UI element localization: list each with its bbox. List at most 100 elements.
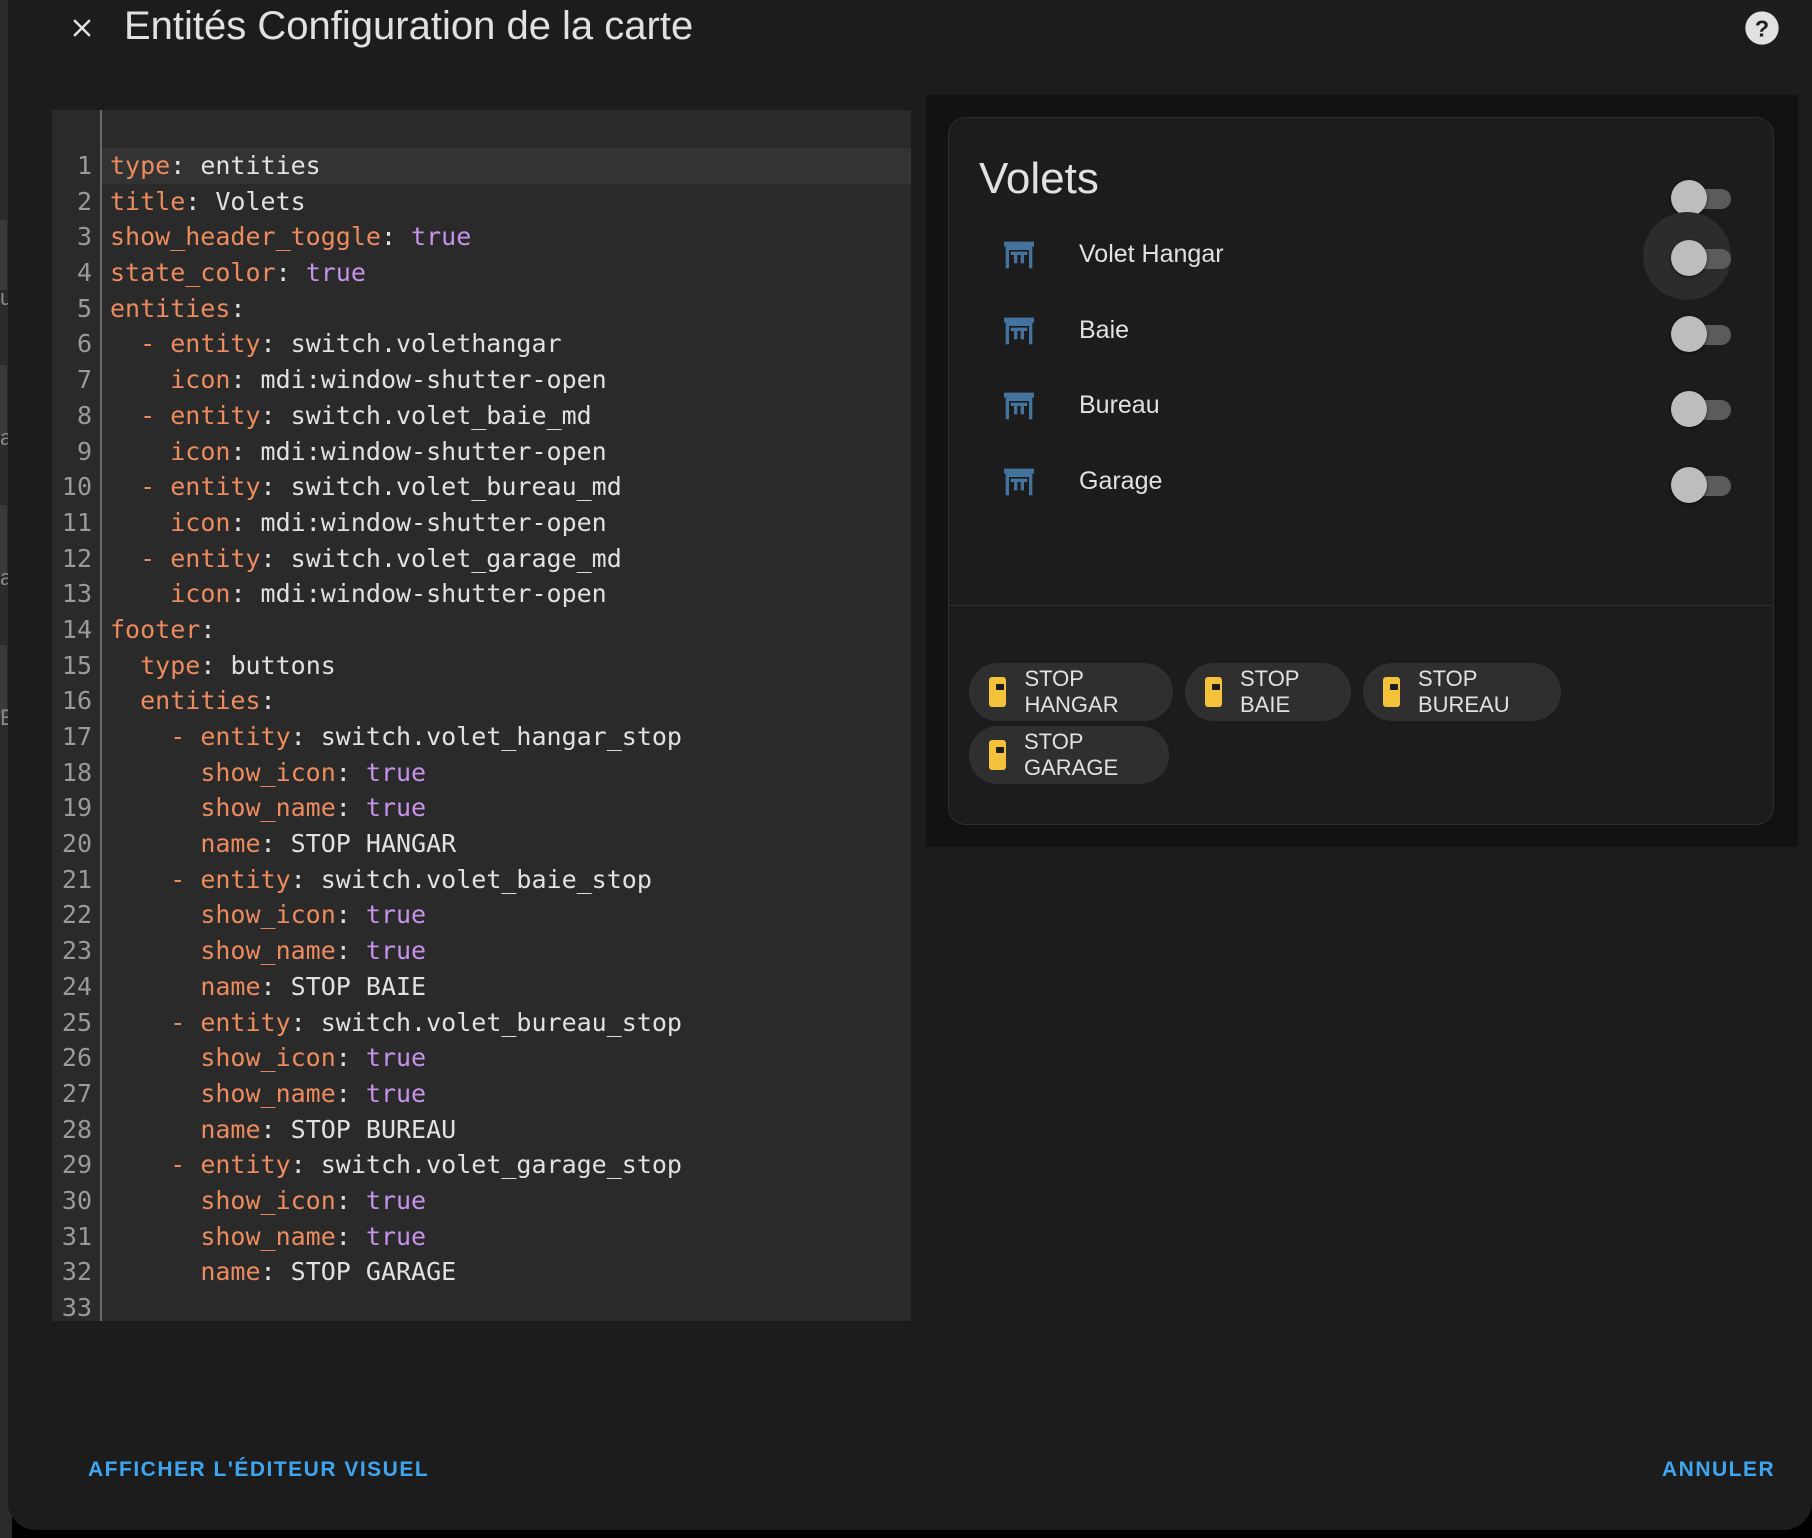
line-number: 2 xyxy=(76,186,92,216)
power-socket-icon xyxy=(1205,677,1222,707)
yaml-key: name xyxy=(200,829,261,859)
code-text: show_icon: true xyxy=(110,1183,426,1219)
power-socket-icon xyxy=(1383,677,1400,707)
toggle-knob xyxy=(1671,391,1707,427)
code-text: title: Volets xyxy=(110,184,306,220)
window-shutter-open-icon xyxy=(1004,317,1034,345)
code-text: name: STOP GARAGE xyxy=(110,1254,456,1290)
card-config-dialog: Entités Configuration de la carte ? 1 typ… xyxy=(8,0,1812,1530)
toggle-knob xyxy=(1671,180,1707,216)
yaml-separator: : xyxy=(260,543,291,573)
code-text: show_icon: true xyxy=(110,755,426,791)
yaml-separator: : xyxy=(335,1078,366,1108)
footer-stop-button[interactable]: STOP HANGAR xyxy=(969,663,1173,721)
close-button[interactable] xyxy=(54,0,110,56)
code-text: icon: mdi:window-shutter-open xyxy=(110,505,607,541)
entity-row[interactable]: Bureau xyxy=(949,369,1773,444)
header-toggle[interactable] xyxy=(1671,176,1737,216)
yaml-separator: : xyxy=(335,757,366,787)
code-lines: 1 type: entities 2 title: Volets 3 show_heade… xyxy=(52,148,911,1326)
yaml-key: icon xyxy=(170,507,231,537)
yaml-value: mdi:window-shutter-open xyxy=(260,365,607,395)
yaml-separator: : xyxy=(260,971,291,1001)
yaml-separator: : xyxy=(290,722,321,751)
yaml-key: name xyxy=(200,971,261,1001)
code-text: - entity: switch.volet_bureau_stop xyxy=(110,1005,682,1041)
entity-toggle[interactable] xyxy=(1671,387,1737,427)
button-label: STOP HANGAR xyxy=(1024,666,1119,717)
card-preview-area: Volets Volet Hangar Baie Bureau Garage STOP… xyxy=(926,95,1798,847)
yaml-boolean: true xyxy=(365,936,427,966)
entity-toggle[interactable] xyxy=(1671,463,1737,503)
yaml-key: entity xyxy=(170,329,261,359)
window-shutter-open-icon xyxy=(1004,241,1034,269)
yaml-value: entities xyxy=(200,151,321,180)
footer-stop-button[interactable]: STOP BUREAU xyxy=(1363,663,1561,721)
yaml-list-dash: - xyxy=(140,329,171,359)
footer-stop-button[interactable]: STOP BAIE xyxy=(1185,663,1351,721)
entity-row[interactable]: Baie xyxy=(949,294,1773,369)
yaml-key: icon xyxy=(170,365,231,395)
yaml-key: entities xyxy=(140,686,261,716)
line-number: 31 xyxy=(61,1221,92,1251)
line-number: 17 xyxy=(61,722,92,751)
entity-row[interactable]: Garage xyxy=(949,445,1773,520)
entity-toggle[interactable] xyxy=(1643,212,1737,300)
yaml-boolean: true xyxy=(365,793,427,823)
code-line: 30 show_icon: true xyxy=(52,1183,911,1219)
yaml-separator: : xyxy=(335,1185,366,1215)
code-line: 25 - entity: switch.volet_bureau_stop xyxy=(52,1005,911,1041)
code-line: 6 - entity: switch.volethangar xyxy=(52,326,911,362)
show-visual-editor-button[interactable]: AFFICHER L'ÉDITEUR VISUEL xyxy=(88,1458,429,1482)
line-number: 26 xyxy=(61,1043,92,1073)
yaml-value: mdi:window-shutter-open xyxy=(260,507,607,537)
window-shutter-open-icon xyxy=(1004,392,1034,420)
footer-stop-button[interactable]: STOP GARAGE xyxy=(969,726,1169,784)
line-number: 5 xyxy=(76,293,92,323)
line-number: 29 xyxy=(61,1150,92,1180)
code-text: - entity: switch.volet_hangar_stop xyxy=(110,719,682,755)
yaml-value: STOP HANGAR xyxy=(290,829,457,859)
button-label: STOP GARAGE xyxy=(1023,729,1119,780)
yaml-separator: : xyxy=(230,579,261,609)
yaml-key: name xyxy=(200,1114,261,1144)
code-line: 23 show_name: true xyxy=(52,933,911,969)
line-number: 9 xyxy=(76,436,92,466)
code-line: 22 show_icon: true xyxy=(52,897,911,933)
cancel-button[interactable]: ANNULER xyxy=(1662,1458,1775,1482)
entity-name: Garage xyxy=(1079,467,1163,495)
toggle-knob xyxy=(1671,240,1707,276)
code-line: 3 show_header_toggle: true xyxy=(52,219,911,255)
yaml-separator: : xyxy=(380,222,412,252)
yaml-separator: : xyxy=(335,1221,366,1251)
yaml-value: STOP BAIE xyxy=(290,971,427,1001)
svg-text:?: ? xyxy=(1755,15,1769,41)
yaml-key: show_icon xyxy=(200,1185,336,1215)
line-number: 20 xyxy=(61,829,92,859)
help-button[interactable]: ? xyxy=(1738,4,1786,52)
line-number: 21 xyxy=(61,864,92,894)
code-text: state_color: true xyxy=(110,255,366,291)
yaml-boolean: true xyxy=(365,1078,427,1108)
code-line: 13 icon: mdi:window-shutter-open xyxy=(52,576,911,612)
yaml-code-editor[interactable]: 1 type: entities 2 title: Volets 3 show_heade… xyxy=(52,110,911,1322)
entity-toggle[interactable] xyxy=(1671,312,1737,352)
entity-row[interactable]: Volet Hangar xyxy=(949,212,1773,300)
yaml-key: show_name xyxy=(200,936,336,966)
yaml-value: STOP BUREAU xyxy=(290,1114,457,1144)
code-line: 20 name: STOP HANGAR xyxy=(52,826,911,862)
yaml-value: buttons xyxy=(230,650,336,680)
code-line: 2 title: Volets xyxy=(52,184,911,220)
code-text: - entity: switch.volet_garage_md xyxy=(110,541,622,577)
code-line: 15 type: buttons xyxy=(52,648,911,684)
